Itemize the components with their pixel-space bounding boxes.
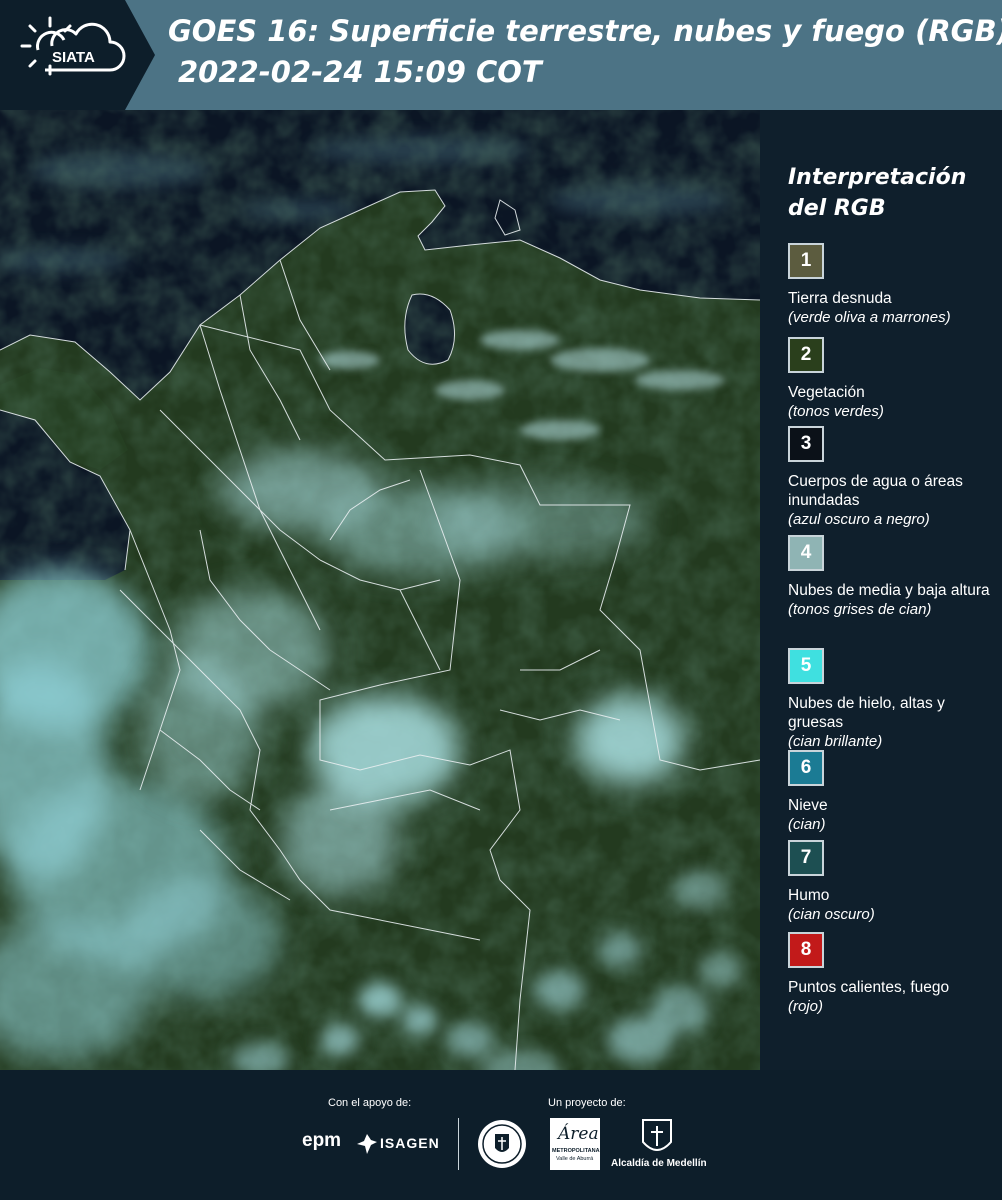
legend-item: 3 Cuerpos de agua o áreas inundadas (azul …	[788, 426, 1000, 529]
legend-item-label: Nubes de hielo, altas y gruesas	[788, 695, 945, 731]
legend-swatch: 6	[788, 750, 824, 786]
seal-logo	[476, 1118, 528, 1174]
legend-item-description: (cian)	[788, 816, 826, 833]
svg-text:SIATA: SIATA	[52, 49, 95, 66]
legend-item-label: Cuerpos de agua o áreas inundadas	[788, 473, 963, 509]
legend-item-description: (tonos verdes)	[788, 403, 884, 420]
legend-title: Interpretación del RGB	[788, 165, 967, 221]
footer-divider	[458, 1118, 459, 1170]
legend-item-label: Tierra desnuda	[788, 290, 892, 307]
legend-item: 7 Humo (cian oscuro)	[788, 840, 1000, 924]
legend-item-label: Vegetación	[788, 384, 865, 401]
project-label: Un proyecto de:	[548, 1097, 626, 1109]
legend-swatch: 4	[788, 535, 824, 571]
legend-item-description: (azul oscuro a negro)	[788, 511, 930, 528]
page-timestamp: 2022-02-24 15:09 COT	[178, 55, 542, 89]
legend-item: 8 Puntos calientes, fuego (rojo)	[788, 932, 1000, 1016]
legend-swatch: 8	[788, 932, 824, 968]
support-label: Con el apoyo de:	[328, 1097, 412, 1109]
medellin-shield-icon	[641, 1118, 673, 1162]
satellite-rgb-map	[0, 110, 760, 1070]
legend-item-label: Puntos calientes, fuego	[788, 979, 950, 996]
alcaldia-medellin-logo: Alcaldía de Medellín	[611, 1158, 707, 1169]
page-title: GOES 16: Superficie terrestre, nubes y f…	[168, 14, 1002, 48]
legend-item: 1 Tierra desnuda (verde oliva a marrones)	[788, 243, 1000, 327]
legend-item: 2 Vegetación (tonos verdes)	[788, 337, 1000, 421]
legend-item: 4 Nubes de media y baja altura (tonos gris…	[788, 535, 1000, 619]
legend-item: 5 Nubes de hielo, altas y gruesas (cian br…	[788, 648, 1000, 751]
legend-swatch: 2	[788, 337, 824, 373]
legend-swatch: 5	[788, 648, 824, 684]
footer: Con el apoyo de: Un proyecto de: epm ISA…	[0, 1070, 1002, 1200]
legend-panel: Interpretación del RGB 1 Tierra desnuda (v…	[760, 110, 1002, 1070]
legend-item-label: Humo	[788, 887, 830, 904]
epm-logo: epm	[302, 1130, 342, 1151]
legend-item-description: (cian brillante)	[788, 733, 883, 750]
legend-swatch: 1	[788, 243, 824, 279]
legend-item-label: Nieve	[788, 797, 828, 814]
legend-item-description: (verde oliva a marrones)	[788, 309, 951, 326]
siata-logo: SIATA	[0, 0, 160, 110]
legend-item-description: (tonos grises de cian)	[788, 601, 932, 618]
isagen-logo: ISAGEN	[380, 1135, 440, 1151]
isagen-icon	[357, 1134, 377, 1158]
area-metropolitana-logo: Área METROPOLITANA Valle de Aburrá	[550, 1118, 600, 1170]
legend-swatch: 3	[788, 426, 824, 462]
legend-item: 6 Nieve (cian)	[788, 750, 1000, 834]
legend-swatch: 7	[788, 840, 824, 876]
legend-item-label: Nubes de media y baja altura	[788, 582, 990, 599]
header-bar: SIATA GOES 16: Superficie terrestre, nub…	[0, 0, 1002, 110]
legend-item-description: (rojo)	[788, 998, 824, 1015]
legend-item-description: (cian oscuro)	[788, 906, 875, 923]
